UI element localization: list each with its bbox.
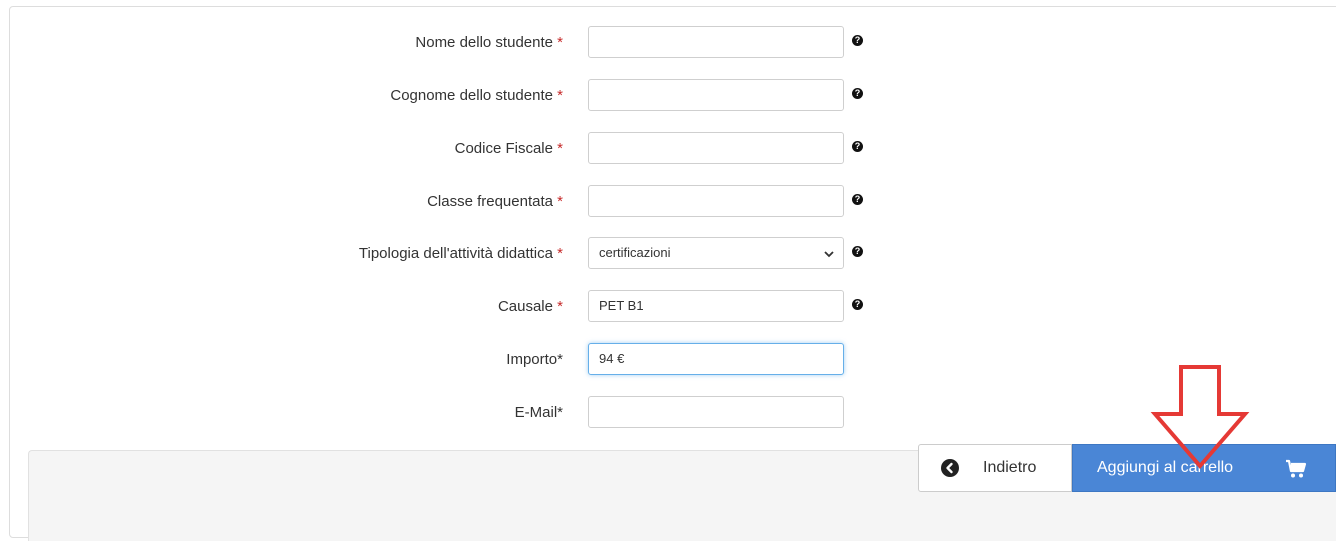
tipologia-label: Tipologia dell'attività didattica * [358, 245, 563, 262]
cognome-label: Cognome dello studente * [390, 87, 563, 104]
chevron-down-icon [824, 251, 834, 258]
help-icon[interactable]: ? [852, 88, 863, 99]
help-icon[interactable]: ? [852, 299, 863, 310]
required-asterisk: * [557, 140, 563, 157]
help-icon[interactable]: ? [852, 194, 863, 205]
causale-label: Causale * [497, 298, 563, 315]
required-asterisk: * [557, 298, 563, 315]
email-input[interactable] [588, 396, 844, 428]
codice-fiscale-label: Codice Fiscale * [454, 140, 563, 157]
nome-input[interactable] [588, 26, 844, 58]
tipologia-selected-value: certificazioni [599, 245, 671, 260]
form-row-codice-fiscale: Codice Fiscale * ? [0, 132, 1336, 164]
cognome-input[interactable] [588, 79, 844, 111]
back-button-label: Indietro [983, 459, 1037, 476]
classe-label: Classe frequentata * [427, 193, 563, 210]
back-button[interactable]: Indietro [918, 444, 1072, 492]
help-icon[interactable]: ? [852, 35, 863, 46]
help-icon[interactable]: ? [852, 246, 863, 257]
classe-input[interactable] [588, 185, 844, 217]
required-asterisk: * [557, 245, 563, 262]
required-asterisk: * [557, 34, 563, 51]
form-row-tipologia: Tipologia dell'attività didattica * cert… [0, 237, 1336, 269]
form-row-nome: Nome dello studente * ? [0, 26, 1336, 58]
required-asterisk: * [557, 87, 563, 104]
chevron-left-circle-icon [941, 459, 959, 477]
email-label: E-Mail* [514, 404, 563, 421]
form-row-cognome: Cognome dello studente * ? [0, 79, 1336, 111]
importo-input[interactable]: 94 € [588, 343, 844, 375]
shopping-cart-icon [1286, 459, 1307, 478]
causale-input[interactable]: PET B1 [588, 290, 844, 322]
importo-label: Importo* [506, 351, 563, 368]
form-row-importo: Importo* 94 € [0, 343, 1336, 375]
form-row-email: E-Mail* [0, 396, 1336, 428]
help-icon[interactable]: ? [852, 141, 863, 152]
nome-label: Nome dello studente * [415, 34, 563, 51]
form-row-causale: Causale * PET B1 ? [0, 290, 1336, 322]
form-row-classe: Classe frequentata * ? [0, 185, 1336, 217]
required-asterisk: * [557, 193, 563, 210]
red-down-arrow-annotation [1150, 365, 1250, 470]
codice-fiscale-input[interactable] [588, 132, 844, 164]
tipologia-select[interactable]: certificazioni [588, 237, 844, 269]
